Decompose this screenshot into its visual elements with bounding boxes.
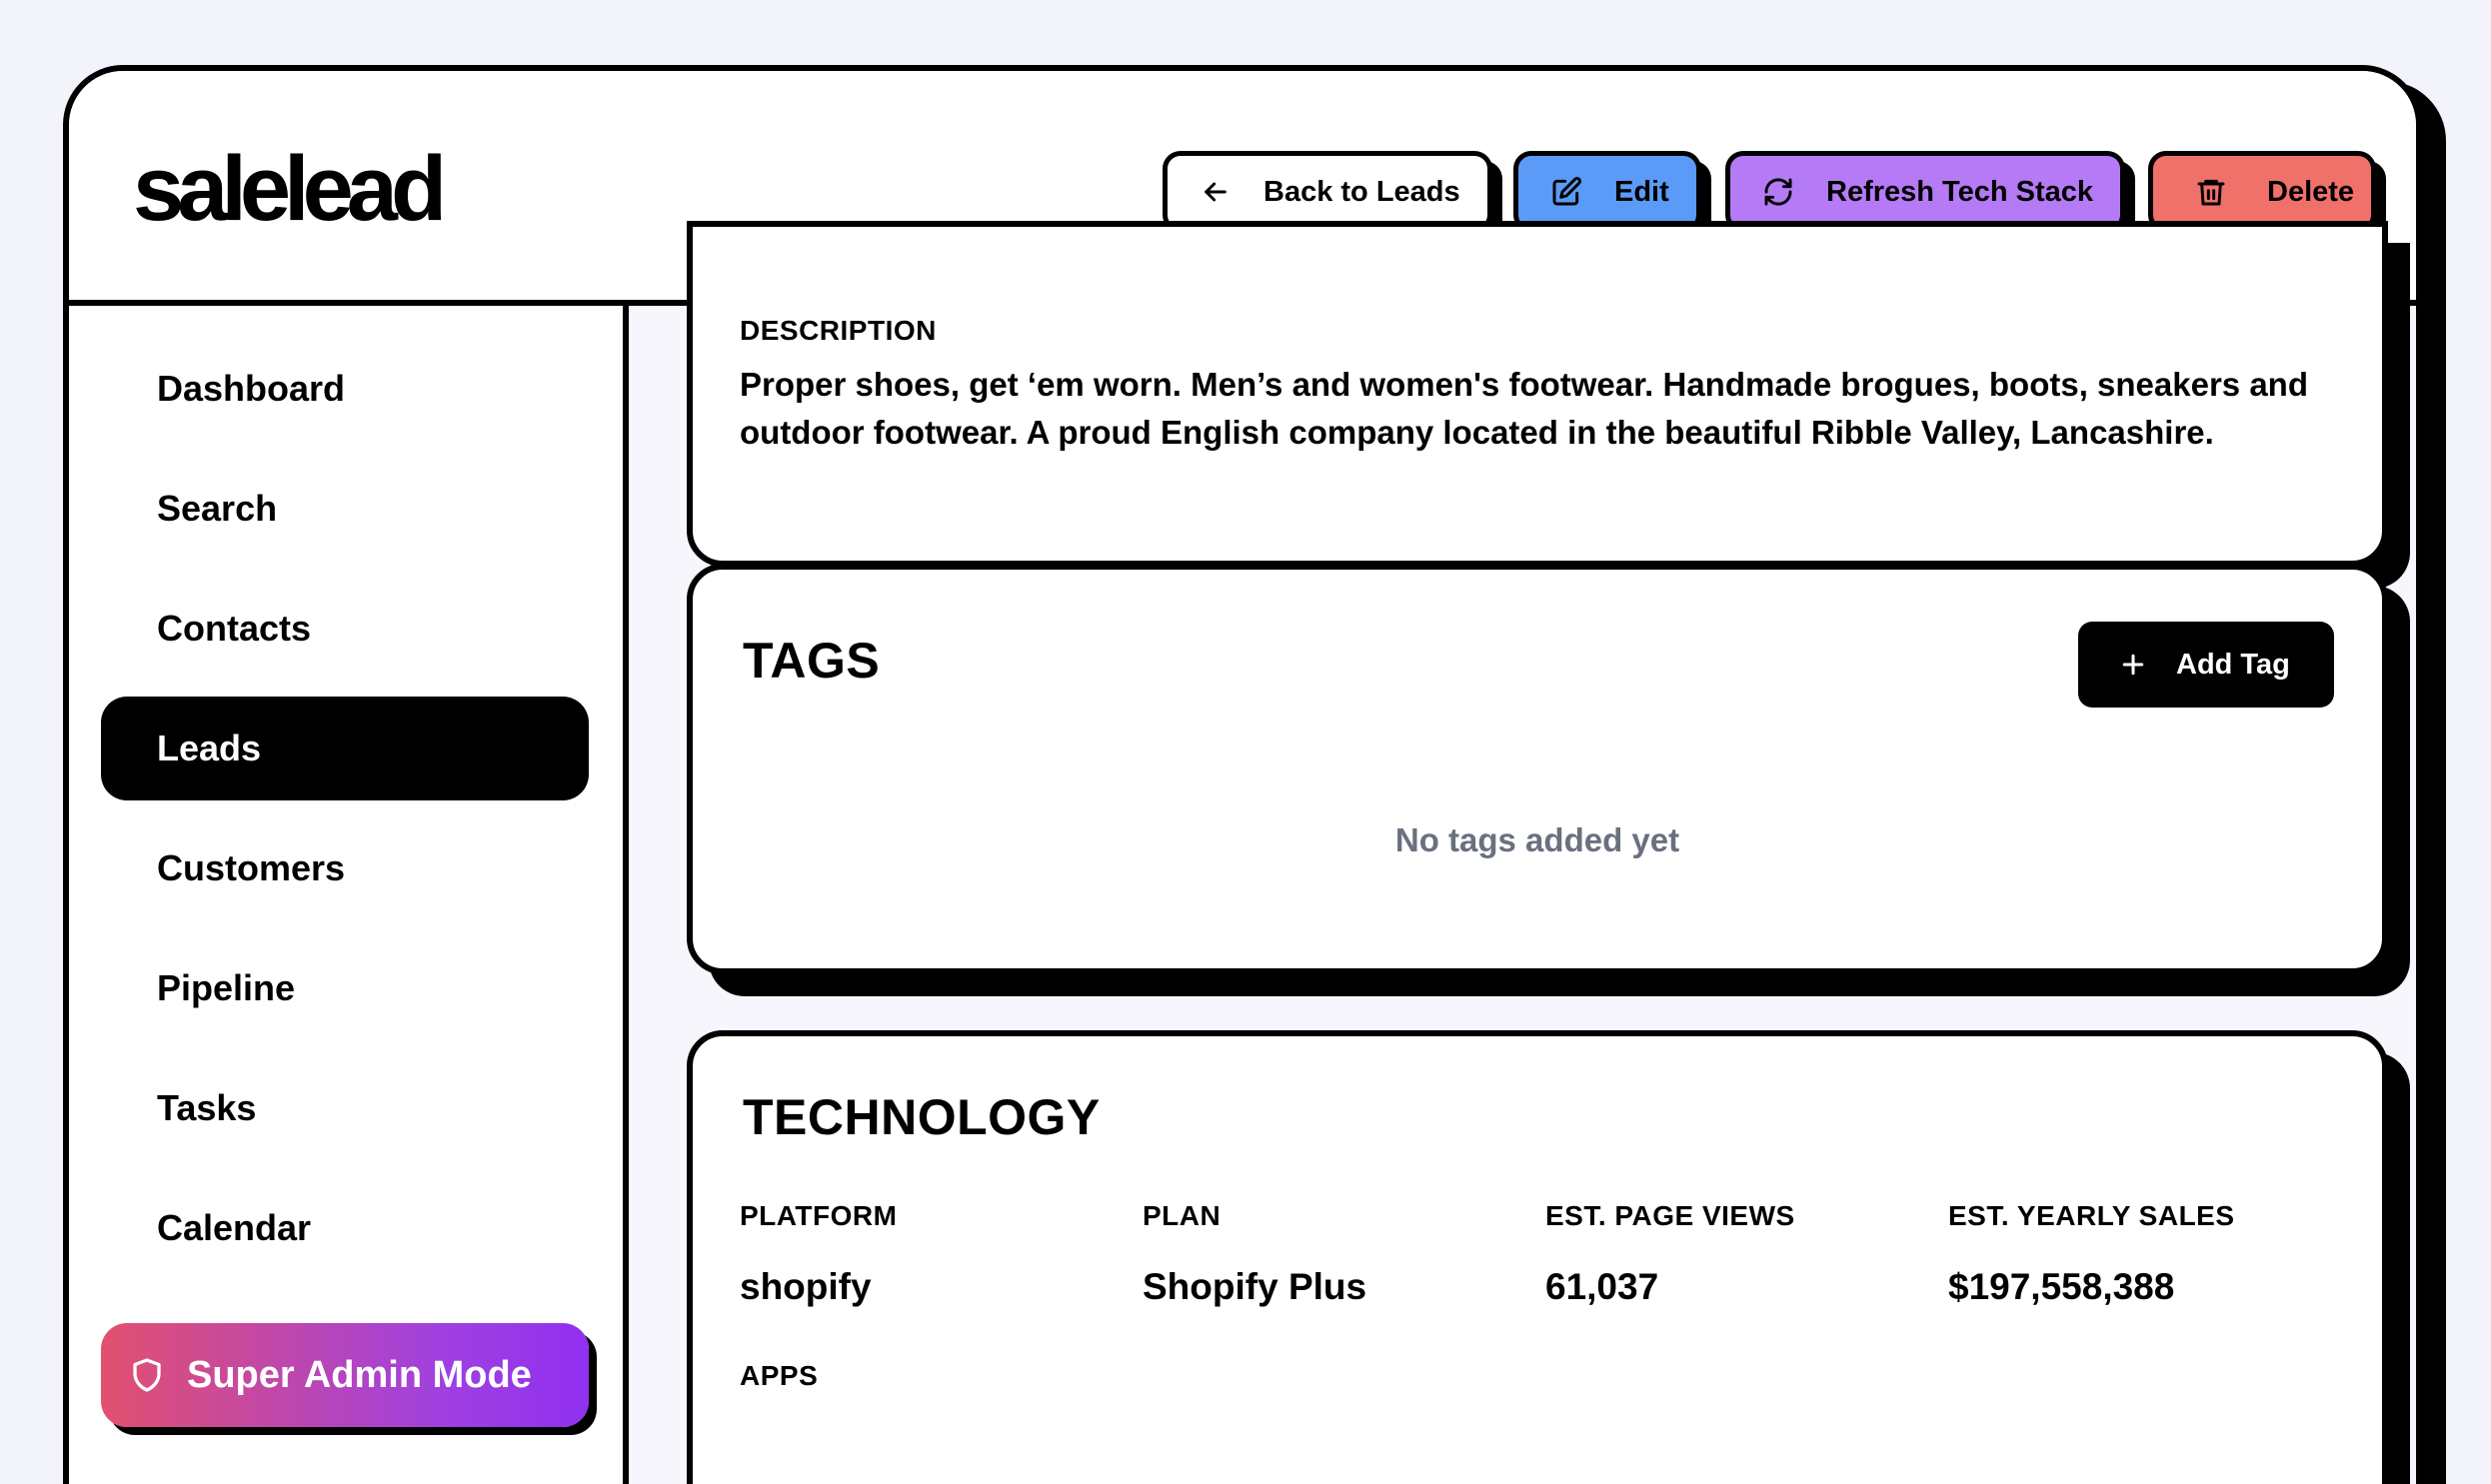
super-admin-mode-label: Super Admin Mode xyxy=(187,1353,532,1396)
sidebar: Dashboard Search Contacts Leads Customer… xyxy=(69,306,629,1484)
edit-icon xyxy=(1552,177,1581,206)
sidebar-item-search[interactable]: Search xyxy=(101,457,589,561)
yearly-sales-label: EST. YEARLY SALES xyxy=(1948,1200,2235,1231)
tags-title: TAGS xyxy=(743,633,881,689)
plan-field: PLAN Shopify Plus xyxy=(1143,1200,1366,1308)
yearly-sales-value: $197,558,388 xyxy=(1948,1266,2175,1307)
sidebar-item-calendar[interactable]: Calendar xyxy=(101,1176,589,1280)
arrow-left-icon xyxy=(1205,182,1227,202)
trash-icon xyxy=(2197,179,2225,206)
platform-field: PLATFORM shopify xyxy=(740,1200,897,1308)
delete-label: Delete xyxy=(2267,175,2355,208)
page-views-label: EST. PAGE VIEWS xyxy=(1545,1200,1795,1231)
refresh-tech-stack-label: Refresh Tech Stack xyxy=(1826,175,2094,208)
description-text: Proper shoes, get ‘em worn. Men’s and wo… xyxy=(740,366,2308,451)
sidebar-item-customers[interactable]: Customers xyxy=(101,816,589,920)
sidebar-item-leads[interactable]: Leads xyxy=(101,697,589,800)
plan-label: PLAN xyxy=(1143,1200,1222,1231)
add-tag-label: Add Tag xyxy=(2176,648,2290,681)
technology-title: TECHNOLOGY xyxy=(743,1089,1101,1145)
salelead-logo[interactable]: salelead xyxy=(133,143,447,235)
edit-label: Edit xyxy=(1614,175,1669,208)
platform-label: PLATFORM xyxy=(740,1200,898,1231)
plan-value: Shopify Plus xyxy=(1143,1266,1367,1307)
shield-icon xyxy=(133,1358,161,1392)
refresh-icon xyxy=(1764,178,1792,206)
sidebar-item-pipeline[interactable]: Pipeline xyxy=(101,936,589,1040)
sidebar-item-tasks[interactable]: Tasks xyxy=(101,1056,589,1160)
platform-value: shopify xyxy=(740,1266,872,1307)
back-to-leads-label: Back to Leads xyxy=(1263,175,1460,208)
no-tags-message: No tags added yet xyxy=(1394,821,1680,858)
sidebar-item-contacts[interactable]: Contacts xyxy=(101,577,589,681)
app-window: salelead Back to Leads Edit Refresh Tech… xyxy=(63,65,2422,1484)
add-tag-button[interactable]: Add Tag xyxy=(2078,622,2334,708)
apps-label: APPS xyxy=(740,1360,819,1391)
tags-card: TAGS Add Tag No tags added yet xyxy=(687,564,2388,974)
sidebar-item-dashboard[interactable]: Dashboard xyxy=(101,337,589,441)
super-admin-mode-button[interactable]: Super Admin Mode xyxy=(101,1323,589,1427)
page-views-value: 61,037 xyxy=(1545,1266,1659,1307)
description-label: DESCRIPTION xyxy=(740,315,937,346)
yearly-sales-field: EST. YEARLY SALES $197,558,388 xyxy=(1948,1200,2235,1308)
plus-icon xyxy=(2122,654,2144,676)
page-views-field: EST. PAGE VIEWS 61,037 xyxy=(1545,1200,1795,1308)
